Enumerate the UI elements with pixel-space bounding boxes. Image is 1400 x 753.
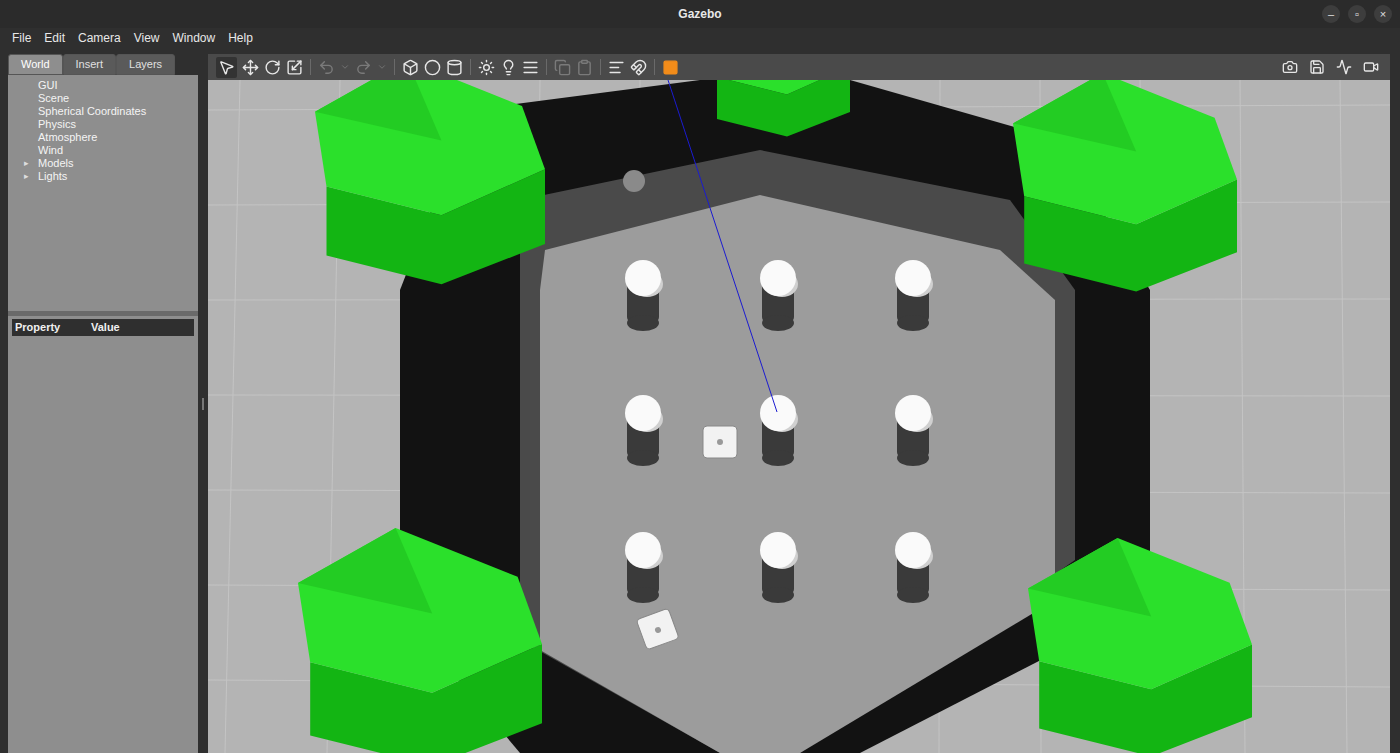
world-tree: GUISceneSpherical CoordinatesPhysicsAtmo…: [8, 75, 198, 311]
tree-item[interactable]: ▸Lights: [24, 170, 198, 183]
property-panel: PropertyValue: [8, 316, 198, 753]
menu-item[interactable]: Window: [173, 29, 216, 47]
view-angle-icon[interactable]: [662, 59, 679, 76]
cylinder[interactable]: [760, 260, 798, 331]
window-title: Gazebo: [0, 5, 1400, 23]
cylinder[interactable]: [895, 260, 933, 331]
translate-icon[interactable]: [242, 59, 259, 76]
green-block[interactable]: [1013, 80, 1237, 291]
spot-light-icon[interactable]: [500, 59, 517, 76]
select-icon[interactable]: [216, 57, 237, 78]
robot[interactable]: [636, 608, 679, 650]
gazebo-window: Gazebo–▫ × File Edit Camera View Window Help Wor…: [0, 0, 1400, 753]
paste-icon[interactable]: [576, 59, 593, 76]
sphere-icon[interactable]: [424, 59, 441, 76]
title-bar: Gazebo–▫ ×: [0, 0, 1400, 28]
rotate-icon[interactable]: [264, 59, 281, 76]
tree-item[interactable]: ▸Models: [24, 157, 198, 170]
cylinder[interactable]: [760, 395, 798, 466]
menu-item[interactable]: Help: [228, 29, 253, 47]
cylinder[interactable]: [760, 532, 798, 603]
column-header: Property: [12, 319, 88, 336]
tab-bar: WorldInsertLayers: [8, 54, 198, 75]
menu-item[interactable]: Camera: [78, 29, 121, 47]
menu-item[interactable]: Edit: [44, 29, 65, 47]
scale-icon[interactable]: [286, 59, 303, 76]
green-block[interactable]: [298, 528, 542, 753]
align-icon[interactable]: [608, 59, 625, 76]
cylinder[interactable]: [895, 532, 933, 603]
screenshot-icon[interactable]: [1279, 59, 1301, 75]
record-icon[interactable]: [1360, 59, 1382, 75]
cylinder[interactable]: [625, 395, 663, 466]
green-block[interactable]: [710, 80, 850, 137]
tree-item[interactable]: GUI: [24, 79, 198, 92]
tab[interactable]: Layers: [116, 54, 175, 75]
tree-item[interactable]: Atmosphere: [24, 131, 198, 144]
tab[interactable]: Insert: [63, 54, 117, 75]
plot-icon[interactable]: [1333, 59, 1355, 75]
menu-item[interactable]: File: [12, 29, 31, 47]
window-control-button[interactable]: ×: [1374, 5, 1392, 23]
laser-ray: [668, 80, 777, 412]
green-block[interactable]: [1028, 538, 1252, 753]
menu-item[interactable]: View: [134, 29, 160, 47]
cylinder[interactable]: [625, 260, 663, 331]
tab[interactable]: World: [8, 54, 63, 75]
scene-viewport[interactable]: [208, 80, 1390, 753]
log-icon[interactable]: [1306, 59, 1328, 75]
splitter[interactable]: [198, 54, 208, 753]
tree-item[interactable]: Scene: [24, 92, 198, 105]
window-control-button[interactable]: ▫: [1348, 5, 1366, 23]
point-light-icon[interactable]: [478, 59, 495, 76]
window-control-button[interactable]: –: [1322, 5, 1340, 23]
redo-icon[interactable]: [355, 59, 372, 76]
cylinder[interactable]: [625, 532, 663, 603]
copy-icon[interactable]: [554, 59, 571, 76]
tree-item[interactable]: Wind: [24, 144, 198, 157]
expand-arrow-icon[interactable]: ▸: [24, 170, 32, 184]
green-block[interactable]: [315, 80, 545, 284]
cylinder-icon[interactable]: [446, 59, 463, 76]
robot[interactable]: [703, 426, 737, 458]
undo-icon[interactable]: [318, 59, 335, 76]
ball[interactable]: [623, 170, 645, 192]
floor: [540, 195, 1055, 753]
tree-item[interactable]: Spherical Coordinates: [24, 105, 198, 118]
column-header: Value: [88, 319, 164, 336]
left-panel: WorldInsertLayersGUISceneSpherical Coord…: [8, 54, 198, 753]
property-header: PropertyValue: [12, 319, 194, 336]
expand-arrow-icon[interactable]: ▸: [24, 157, 32, 171]
tree-item[interactable]: Physics: [24, 118, 198, 131]
menu-bar: File Edit Camera View Window Help: [0, 28, 1400, 48]
directional-light-icon[interactable]: [522, 59, 539, 76]
toolbar: [208, 54, 1390, 80]
redo-history-icon[interactable]: [377, 62, 387, 72]
cylinder[interactable]: [895, 395, 933, 466]
snap-icon[interactable]: [630, 59, 647, 76]
undo-history-icon[interactable]: [340, 62, 350, 72]
box-icon[interactable]: [402, 59, 419, 76]
